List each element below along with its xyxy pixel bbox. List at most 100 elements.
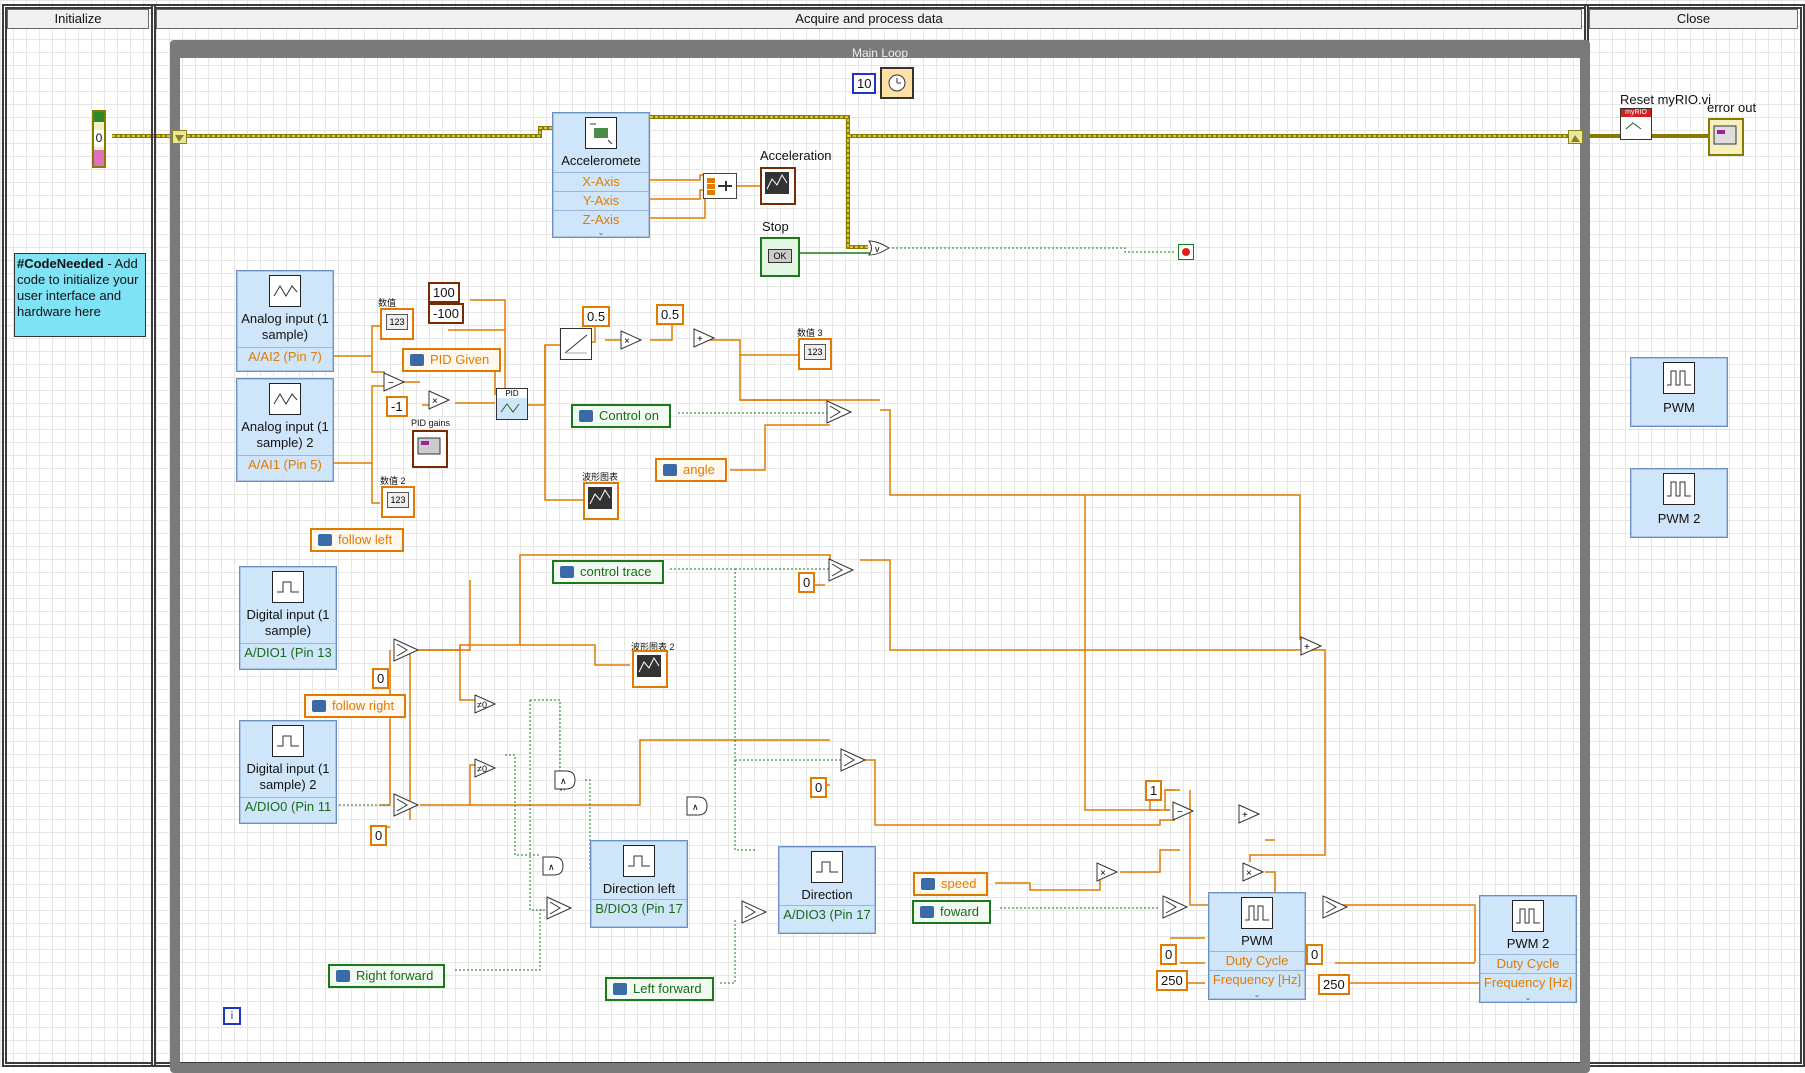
accel-y-axis[interactable]: Y-Axis (553, 191, 649, 210)
initialize-frame[interactable] (2, 4, 156, 1067)
select-function-6[interactable] (546, 896, 572, 920)
pwm-duty-cycle[interactable]: Duty Cycle (1209, 951, 1305, 970)
reset-myrio-node[interactable]: myRIO (1620, 108, 1652, 140)
select-function-2[interactable] (828, 558, 854, 582)
right-shift-register[interactable] (1568, 130, 1583, 144)
error-out-indicator[interactable] (1708, 118, 1744, 156)
scaling-function[interactable] (560, 328, 592, 360)
num1-indicator[interactable]: 123 (380, 308, 414, 340)
not-equal-zero-2[interactable]: ≠0 (474, 758, 496, 778)
const-250-a[interactable]: 250 (1156, 970, 1188, 991)
select-function-3[interactable] (393, 638, 419, 662)
waveform-chart-1[interactable] (583, 482, 619, 520)
const-0-5-b[interactable]: 0.5 (656, 304, 685, 325)
pwm2-frequency[interactable]: Frequency [Hz] (1480, 973, 1576, 992)
direction-node[interactable]: Direction A/DIO3 (Pin 17 (778, 846, 876, 934)
right-forward-control[interactable]: Right forward (328, 964, 446, 988)
direction-left-channel[interactable]: B/DIO3 (Pin 17 (591, 899, 687, 918)
const-zero-c[interactable]: 0 (370, 825, 388, 846)
const-0-5-a[interactable]: 0.5 (582, 306, 611, 327)
analog-input-1-channel[interactable]: A/AI2 (Pin 7) (237, 347, 333, 366)
add-function-3[interactable]: + (1238, 804, 1260, 824)
const-zero-a[interactable]: 0 (798, 572, 816, 593)
digital-input-1-channel[interactable]: A/DIO1 (Pin 13 (240, 643, 336, 662)
select-function-9[interactable] (1322, 895, 1348, 919)
add-function-1[interactable]: + (693, 328, 715, 348)
close-pwm2-node[interactable]: PWM 2 (1630, 468, 1728, 538)
and-function-3[interactable]: ∧ (542, 856, 564, 876)
accelerometer-node[interactable]: Acceleromete X-Axis Y-Axis Z-Axis ⌄ (552, 112, 650, 238)
wait-ms-icon[interactable] (880, 67, 914, 99)
select-function-5[interactable] (840, 748, 866, 772)
pid-gains-control[interactable] (412, 430, 448, 468)
direction-channel[interactable]: A/DIO3 (Pin 17 (779, 905, 875, 924)
analog-input-2-channel[interactable]: A/AI1 (Pin 5) (237, 455, 333, 474)
const-zero-b[interactable]: 0 (372, 668, 390, 689)
main-loop[interactable] (170, 40, 1590, 1073)
stop-button[interactable]: OK (760, 237, 800, 277)
const-100[interactable]: 100 (428, 282, 460, 303)
select-function-7[interactable] (741, 900, 767, 924)
accelerometer-expander[interactable]: ⌄ (553, 229, 649, 237)
const-zero-e[interactable]: 0 (1160, 944, 1178, 965)
num3-indicator[interactable]: 123 (798, 338, 832, 370)
accel-z-axis[interactable]: Z-Axis (553, 210, 649, 229)
const-zero-f[interactable]: 0 (1306, 944, 1324, 965)
pwm2-duty-cycle[interactable]: Duty Cycle (1480, 954, 1576, 973)
pwm-frequency[interactable]: Frequency [Hz] (1209, 970, 1305, 989)
const-one[interactable]: 1 (1145, 780, 1163, 801)
left-forward-control[interactable]: Left forward (605, 977, 714, 1001)
direction-left-node[interactable]: Direction left B/DIO3 (Pin 17 (590, 840, 688, 928)
control-trace-control[interactable]: control trace (552, 560, 664, 584)
pid-given-control[interactable]: PID Given (402, 348, 502, 372)
close-pwm-icon (1663, 362, 1695, 394)
pwm2-expander[interactable]: ⌄ (1480, 994, 1576, 1002)
subtract-function-2[interactable]: − (1172, 801, 1194, 821)
multiply-function-2[interactable]: × (620, 330, 642, 350)
analog-input-2-node[interactable]: Analog input (1 sample) 2 A/AI1 (Pin 5) (236, 378, 334, 482)
angle-control[interactable]: angle (655, 458, 727, 482)
error-cluster-constant[interactable]: 0 (92, 110, 106, 168)
not-equal-zero-1[interactable]: ≠0 (474, 694, 496, 714)
left-shift-register[interactable] (172, 130, 187, 144)
select-function-8[interactable] (1162, 895, 1188, 919)
analog-input-1-node[interactable]: Analog input (1 sample) A/AI2 (Pin 7) (236, 270, 334, 372)
pid-function[interactable]: PID (496, 388, 528, 420)
loop-wait-constant[interactable]: 10 (852, 73, 877, 94)
or-function[interactable]: v (868, 240, 890, 256)
close-pwm-node[interactable]: PWM (1630, 357, 1728, 427)
loop-condition-terminal[interactable] (1178, 244, 1194, 260)
multiply-function-3[interactable]: × (1096, 862, 1118, 882)
follow-left-control[interactable]: follow left (310, 528, 405, 552)
digital-input-2-channel[interactable]: A/DIO0 (Pin 11 (240, 797, 336, 816)
pwm-expander[interactable]: ⌄ (1209, 991, 1305, 999)
digital-input-2-node[interactable]: Digital input (1 sample) 2 A/DIO0 (Pin 1… (239, 720, 337, 824)
speed-control[interactable]: speed (913, 872, 989, 896)
num2-indicator[interactable]: 123 (381, 486, 415, 518)
and-function-1[interactable]: ∧ (554, 770, 576, 790)
foward-control[interactable]: foward (912, 900, 992, 924)
subtract-function[interactable]: − (383, 372, 405, 392)
pwm2-node[interactable]: PWM 2 Duty Cycle Frequency [Hz] ⌄ (1479, 895, 1577, 1003)
pwm-node[interactable]: PWM Duty Cycle Frequency [Hz] ⌄ (1208, 892, 1306, 1000)
svg-text:−: − (1177, 807, 1183, 818)
acceleration-chart-indicator[interactable] (760, 167, 796, 205)
digital-input-1-node[interactable]: Digital input (1 sample) A/DIO1 (Pin 13 (239, 566, 337, 670)
accel-x-axis[interactable]: X-Axis (553, 172, 649, 191)
and-function-2[interactable]: ∧ (686, 796, 708, 816)
add-function-2[interactable]: + (1300, 636, 1322, 656)
build-array-node[interactable] (703, 173, 737, 199)
control-on-control[interactable]: Control on (571, 404, 671, 428)
multiply-function-1[interactable]: × (428, 390, 450, 410)
select-function-1[interactable] (826, 400, 852, 424)
const-zero-d[interactable]: 0 (810, 777, 828, 798)
select-function-4[interactable] (393, 793, 419, 817)
const-250-b[interactable]: 250 (1318, 974, 1350, 995)
waveform-chart-2[interactable] (632, 650, 668, 688)
const-minus-100[interactable]: -100 (428, 303, 465, 324)
const-minus-1[interactable]: -1 (386, 396, 408, 417)
svg-text:v: v (875, 244, 880, 254)
multiply-function-4[interactable]: × (1242, 862, 1264, 882)
close-pwm2-title: PWM 2 (1657, 511, 1701, 526)
follow-right-control[interactable]: follow right (304, 694, 407, 718)
